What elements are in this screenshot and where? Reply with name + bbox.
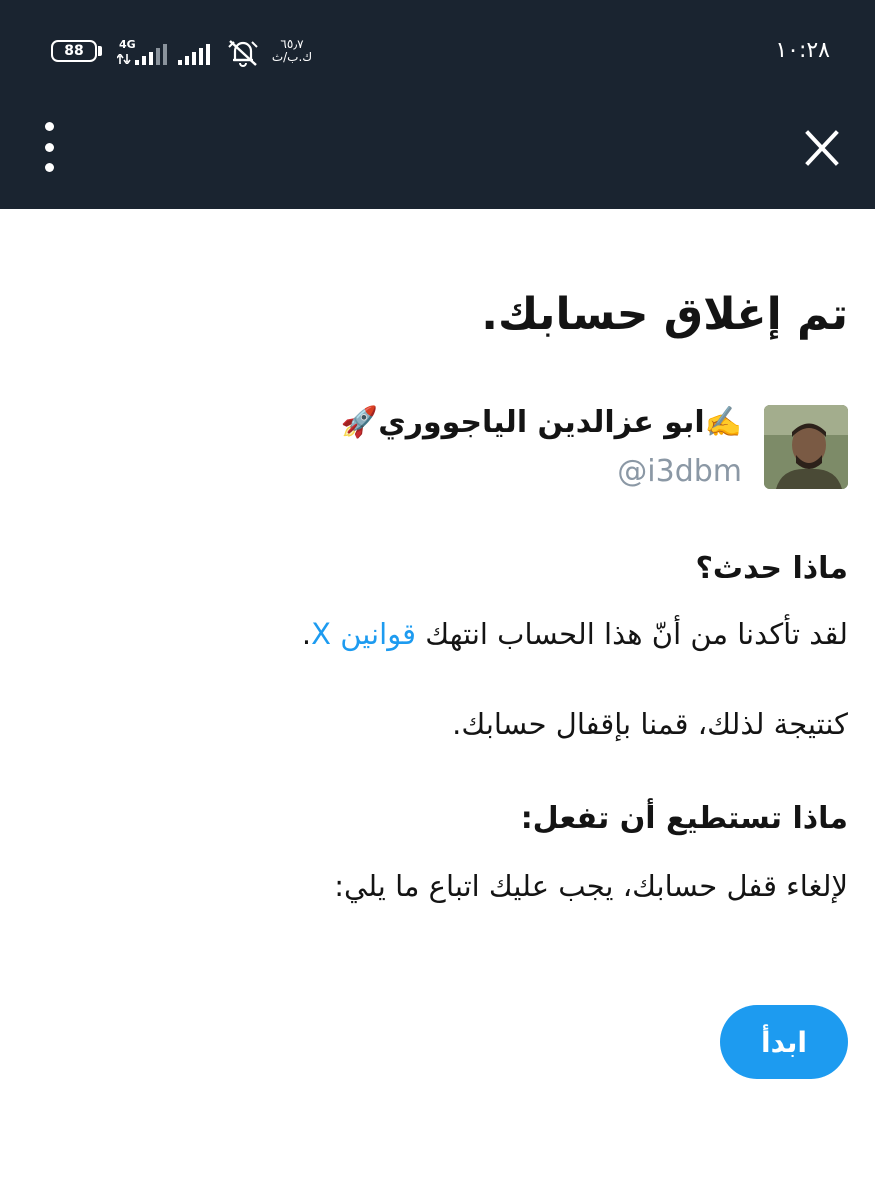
what-happened-heading: ماذا حدث؟ bbox=[695, 551, 848, 586]
avatar bbox=[764, 405, 848, 489]
x-rules-link[interactable]: قوانين X bbox=[311, 617, 416, 651]
page-title: تم إغلاق حسابك. bbox=[481, 289, 848, 340]
start-button[interactable]: ابدأ bbox=[720, 1005, 848, 1079]
unlock-instructions-text: لإلغاء قفل حسابك، يجب عليك اتباع ما يلي: bbox=[334, 869, 848, 903]
account-display-name: ✍️ابو عزالدين الياجووري🚀 bbox=[340, 405, 742, 440]
battery-indicator: 88 bbox=[51, 40, 97, 62]
network-type: 4G bbox=[119, 38, 136, 51]
violation-period: . bbox=[301, 617, 312, 651]
what-happened-text: لقد تأكدنا من أنّ هذا الحساب انتهك قواني… bbox=[302, 617, 848, 651]
what-to-do-heading: ماذا تستطيع أن تفعل: bbox=[520, 801, 848, 836]
account-locked-text: كنتيجة لذلك، قمنا بإقفال حسابك. bbox=[452, 707, 848, 741]
account-handle: @i3dbm bbox=[617, 454, 742, 489]
status-bar: 88 4G ٦٥٫٧ ك.ب/ث ١٠:٢٨ bbox=[0, 0, 875, 100]
vertical-ellipsis-icon[interactable] bbox=[34, 122, 64, 172]
top-bar: 88 4G ٦٥٫٧ ك.ب/ث ١٠:٢٨ bbox=[0, 0, 875, 209]
x-close-icon[interactable] bbox=[804, 130, 840, 166]
network-speed: ٦٥٫٧ ك.ب/ث bbox=[266, 38, 318, 64]
battery-level: 88 bbox=[64, 43, 84, 59]
cellular-signal-2-icon bbox=[178, 44, 210, 65]
violation-text: لقد تأكدنا من أنّ هذا الحساب انتهك bbox=[416, 617, 848, 651]
battery-tip bbox=[98, 46, 102, 56]
main-content: تم إغلاق حسابك. ✍️ابو عزالدين الياجووري🚀… bbox=[26, 209, 848, 1200]
clock: ١٠:٢٨ bbox=[775, 38, 830, 63]
network-speed-unit: ك.ب/ث bbox=[271, 50, 313, 64]
cellular-signal-icon bbox=[135, 44, 167, 65]
notifications-muted-icon bbox=[228, 40, 258, 67]
data-arrows-icon bbox=[117, 54, 131, 64]
